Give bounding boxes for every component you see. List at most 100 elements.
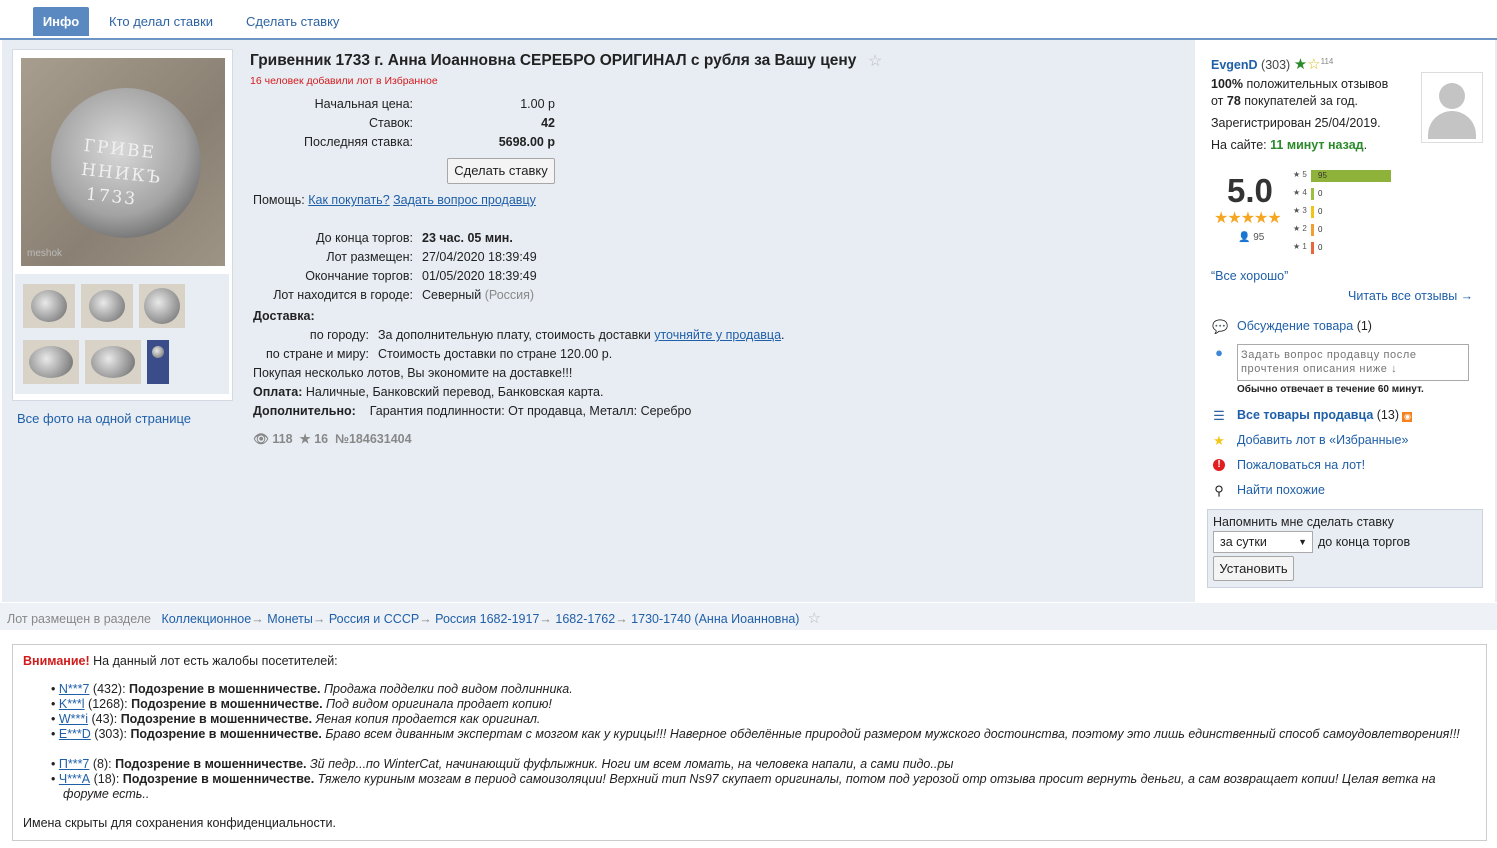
rating-stars-icon: ★★★★★ xyxy=(1214,210,1282,227)
clarify-seller-link[interactable]: уточняйте у продавца xyxy=(654,328,781,342)
complaint-reason: Подозрение в мошенничестве. xyxy=(129,682,324,696)
buyers-text: покупателей за год. xyxy=(1244,94,1359,108)
rating-bar-label: ★ 4 xyxy=(1293,188,1307,197)
ask-seller-field[interactable] xyxy=(1237,344,1469,381)
rating-bar xyxy=(1311,206,1314,218)
buyers-row: от 78 покупателей за год. xyxy=(1211,94,1358,108)
discussion-link[interactable]: Обсуждение товара xyxy=(1237,319,1353,333)
bullet: • xyxy=(51,682,59,696)
complaint-rating: (432): xyxy=(89,682,130,696)
favorite-star-icon[interactable]: ☆ xyxy=(868,51,882,71)
thumbnail-2[interactable] xyxy=(81,284,133,328)
reviews-count: 95 xyxy=(1253,232,1265,243)
eye-icon: 👁 xyxy=(253,432,269,446)
tab-make-bid[interactable]: Сделать ставку xyxy=(246,7,339,36)
payment-label: Оплата: xyxy=(253,385,303,399)
complaint-rating: (1268): xyxy=(84,697,132,711)
breadcrumb-item[interactable]: 1682-1762 xyxy=(555,612,615,626)
world-delivery-label: по стране и миру: xyxy=(266,347,369,361)
reminder-select[interactable]: за сутки ▼ xyxy=(1213,531,1313,553)
tab-info[interactable]: Инфо xyxy=(33,7,89,36)
complain-link[interactable]: Пожаловаться на лот! xyxy=(1237,458,1365,472)
make-bid-button[interactable]: Сделать ставку xyxy=(447,158,555,184)
complaint-user[interactable]: Ч***А xyxy=(59,772,90,786)
bullet: • xyxy=(51,772,59,786)
thumbnail-4[interactable] xyxy=(23,340,79,384)
reply-note: Обычно отвечает в течение 60 минут. xyxy=(1237,384,1424,395)
add-favorite-link[interactable]: Добавить лот в «Избранные» xyxy=(1237,433,1408,447)
discussion-count: (1) xyxy=(1356,319,1372,333)
city-row: Северный (Россия) xyxy=(422,288,534,302)
complaint-user[interactable]: W***i xyxy=(59,712,88,726)
city-name: Северный xyxy=(422,288,482,302)
bids-label: Ставок: xyxy=(369,116,413,130)
lot-id: №184631404 xyxy=(335,432,412,446)
extra-info: Гарантия подлинности: От продавца, Метал… xyxy=(369,404,692,418)
rating-bar-label: ★ 3 xyxy=(1293,206,1307,215)
help-row: Помощь: Как покупать? Задать вопрос прод… xyxy=(253,193,536,207)
yellow-star-icon: ☆ xyxy=(1307,56,1321,73)
breadcrumb-arrow: → xyxy=(615,612,632,626)
reminder-box: Напомнить мне сделать ставку за сутки ▼ … xyxy=(1207,509,1483,588)
how-to-buy-link[interactable]: Как покупать? xyxy=(308,193,389,207)
complaint-comment: Продажа подделки под видом подлинника. xyxy=(323,682,573,696)
rating-bar-value: 0 xyxy=(1318,189,1323,198)
review-quote[interactable]: “Все хорошо” xyxy=(1211,269,1288,283)
complaint-user[interactable]: N***7 xyxy=(59,682,90,696)
positive-pct: 100% xyxy=(1211,77,1243,91)
message-icon: ● xyxy=(1215,345,1223,360)
complaint-user[interactable]: E***D xyxy=(59,727,91,741)
warning-header: Внимание! На данный лот есть жалобы посе… xyxy=(23,654,338,668)
complaint-reason: Подозрение в мошенничестве. xyxy=(115,757,310,771)
extra-label: Дополнительно: xyxy=(253,404,356,418)
read-all-reviews-link[interactable]: Читать все отзывы → xyxy=(1348,289,1473,303)
main-photo[interactable]: ГРИВЕ ННИКЪ 1733 meshok xyxy=(21,58,225,266)
star-icon: ★ xyxy=(299,432,311,446)
favorite-star-icon: ★ xyxy=(1213,433,1225,448)
ask-seller-link[interactable]: Задать вопрос продавцу xyxy=(393,193,536,207)
avatar[interactable] xyxy=(1421,72,1483,143)
thumbnail-6[interactable] xyxy=(147,340,169,384)
thumbnail-1[interactable] xyxy=(23,284,75,328)
complaint-comment: Яеная копия продается как оригинал. xyxy=(315,712,541,726)
online-label: На сайте: xyxy=(1211,138,1267,152)
complaint-user[interactable]: K***l xyxy=(59,697,85,711)
rating-bar-value: 95 xyxy=(1318,171,1327,180)
complaint-rating: (8): xyxy=(89,757,116,771)
complaint-item: • W***i (43): Подозрение в мошенничестве… xyxy=(51,712,1473,727)
complaint-item: • K***l (1268): Подозрение в мошенничест… xyxy=(51,697,1473,712)
breadcrumb-arrow: → xyxy=(251,612,268,626)
breadcrumb-arrow: → xyxy=(419,612,436,626)
breadcrumb-arrow: → xyxy=(312,612,329,626)
placed-date: 27/04/2020 18:39:49 xyxy=(422,250,537,264)
breadcrumb-item[interactable]: Россия 1682-1917 xyxy=(435,612,539,626)
views-count: 118 xyxy=(272,432,293,446)
breadcrumb-label: Лот размещен в разделе xyxy=(7,612,152,626)
rating-bar-label: ★ 1 xyxy=(1293,242,1307,251)
breadcrumb-item[interactable]: Монеты xyxy=(267,612,313,626)
set-reminder-button[interactable]: Установить xyxy=(1213,556,1294,581)
breadcrumb-item[interactable]: Коллекционное xyxy=(161,612,251,626)
thumbnail-5[interactable] xyxy=(85,340,141,384)
registered: Зарегистрирован 25/04/2019. xyxy=(1211,116,1381,130)
coin-inscription: ГРИВЕ ННИКЪ 1733 xyxy=(77,135,163,210)
all-goods-row[interactable]: Все товары продавца (13) ◉ xyxy=(1237,408,1413,422)
tab-who-bid[interactable]: Кто делал ставки xyxy=(109,7,213,36)
rating-bar xyxy=(1311,188,1314,200)
favorite-category-icon[interactable]: ☆ xyxy=(807,610,820,627)
seller-name[interactable]: EvgenD xyxy=(1211,58,1258,72)
bullet: • xyxy=(51,757,59,771)
all-photos-link[interactable]: Все фото на одной странице xyxy=(17,411,191,426)
complaint-user[interactable]: П***7 xyxy=(59,757,90,771)
complaint-comment: Браво всем диванным экспертам с мозгом к… xyxy=(325,727,1460,741)
rss-icon[interactable]: ◉ xyxy=(1402,412,1413,422)
breadcrumb-item[interactable]: Россия и СССР xyxy=(329,612,419,626)
all-goods-link[interactable]: Все товары продавца xyxy=(1237,408,1373,422)
buyers-count: 78 xyxy=(1226,94,1241,108)
rating-bar-value: 0 xyxy=(1318,243,1323,252)
thumbnail-3[interactable] xyxy=(139,284,185,328)
delivery-label: Доставка: xyxy=(253,309,315,323)
breadcrumb-item[interactable]: 1730-1740 (Анна Иоанновна) xyxy=(631,612,799,626)
discussion-row[interactable]: Обсуждение товара (1) xyxy=(1237,319,1372,333)
find-similar-link[interactable]: Найти похожие xyxy=(1237,483,1325,497)
